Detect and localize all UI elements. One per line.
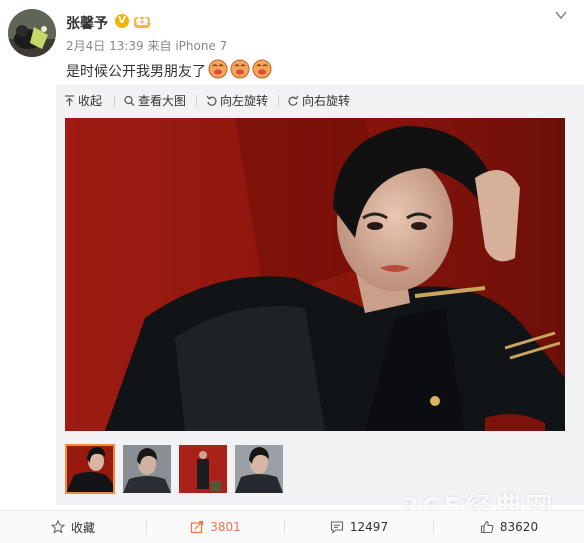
- emoji-icon: [230, 59, 250, 79]
- verified-v-icon: V: [115, 14, 129, 28]
- collapse-button[interactable]: 收起: [64, 92, 102, 109]
- post-meta: 2月4日 13:39 来自 iPhone 7: [66, 37, 227, 54]
- portrait-image: [65, 118, 565, 431]
- like-button[interactable]: 83620: [434, 511, 584, 543]
- post-time[interactable]: 2月4日 13:39: [66, 39, 144, 53]
- thumbnail-2[interactable]: [123, 445, 171, 493]
- rotate-right-label: 向右旋转: [302, 94, 351, 108]
- repost-count: 3801: [210, 520, 241, 534]
- emoji-icon: [252, 59, 272, 79]
- rotate-left-icon: [206, 95, 217, 106]
- thumbs-up-icon: [480, 520, 494, 534]
- rotate-left-label: 向左旋转: [220, 94, 269, 108]
- comment-count: 12497: [349, 520, 389, 534]
- post-text: 是时候公开我男朋友了: [66, 64, 206, 80]
- chevron-down-icon[interactable]: [554, 9, 568, 21]
- collapse-label: 收起: [78, 94, 103, 108]
- favorite-label: 收藏: [70, 520, 95, 535]
- repost-button[interactable]: 3801: [147, 511, 284, 543]
- toolbar-divider: [114, 95, 115, 107]
- emoji-icon: [208, 59, 228, 79]
- favorite-button[interactable]: 收藏: [0, 511, 146, 543]
- author-name[interactable]: 张馨予: [66, 13, 108, 33]
- magnify-icon: [124, 95, 135, 106]
- thumbnail-4[interactable]: [235, 445, 283, 493]
- rotate-left-button[interactable]: 向左旋转: [206, 92, 268, 109]
- avatar[interactable]: [8, 9, 56, 57]
- star-icon: [50, 520, 65, 534]
- like-count: 83620: [499, 520, 539, 534]
- thumbnail-image: [179, 445, 227, 493]
- member-crown-icon[interactable]: [133, 13, 151, 29]
- collapse-up-icon: [65, 94, 74, 106]
- main-photo[interactable]: [65, 118, 565, 431]
- comment-icon: [330, 521, 343, 534]
- thumbnail-3[interactable]: [179, 445, 227, 493]
- view-large-button[interactable]: 查看大图: [124, 92, 186, 109]
- thumbnail-image: [66, 445, 114, 493]
- toolbar-divider: [278, 95, 279, 107]
- view-large-label: 查看大图: [138, 94, 187, 108]
- thumbnail-image: [235, 445, 283, 493]
- thumbnail-image: [123, 445, 171, 493]
- rotate-right-button[interactable]: 向右旋转: [288, 92, 350, 109]
- comment-button[interactable]: 12497: [285, 511, 433, 543]
- rotate-right-icon: [288, 95, 299, 106]
- source-prefix: 来自: [147, 39, 172, 53]
- toolbar-divider: [196, 95, 197, 107]
- post-source[interactable]: iPhone 7: [175, 39, 227, 53]
- emoji-group: [208, 59, 272, 79]
- action-bar: 收藏 3801 12497 83620: [0, 510, 584, 543]
- repost-icon: [191, 520, 204, 534]
- avatar-image: [8, 9, 56, 57]
- thumbnail-1[interactable]: [65, 444, 115, 494]
